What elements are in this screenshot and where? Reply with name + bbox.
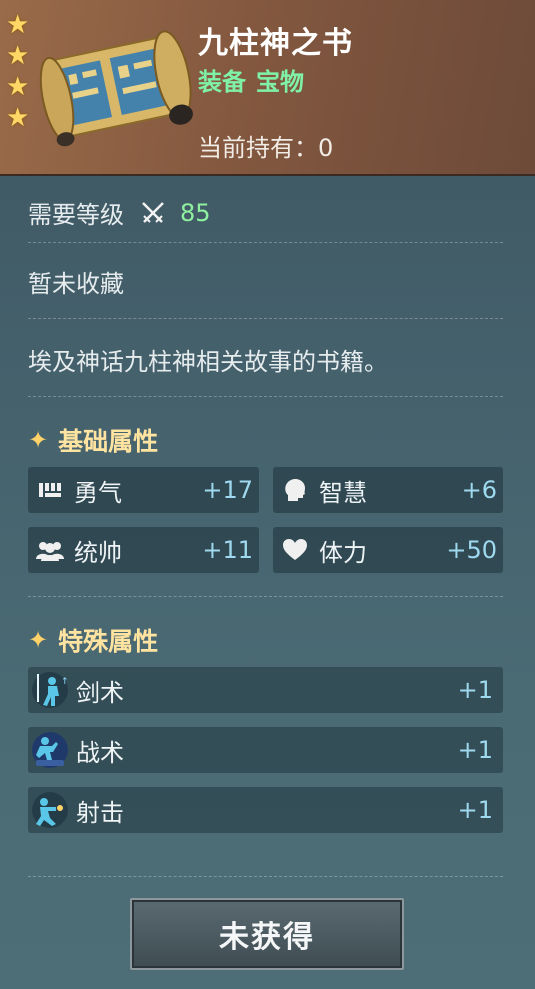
special-value: +1: [457, 796, 493, 824]
special-swordsmanship: ↑ 剑术 +1: [28, 667, 503, 713]
divider: [28, 242, 503, 243]
stat-courage: 勇气 +17: [28, 467, 259, 513]
shooting-icon: [32, 792, 68, 828]
stat-label: 统帅: [74, 538, 122, 567]
stat-label: 勇气: [74, 478, 122, 507]
tactics-icon: [32, 732, 68, 768]
svg-text:↑: ↑: [61, 677, 69, 687]
special-label: 射击: [76, 798, 124, 827]
divider: [28, 596, 503, 597]
item-type-tag: 装备: [198, 68, 246, 96]
item-type-tags: 装备 宝物: [198, 62, 314, 97]
stat-wisdom: 智慧 +6: [273, 467, 503, 513]
owned-value: 0: [318, 134, 334, 162]
owned-count: 当前持有：0: [198, 128, 333, 163]
stat-label: 智慧: [319, 478, 367, 507]
basic-attributes-title: ✦ 基础属性: [28, 422, 158, 458]
not-obtained-button[interactable]: 未获得: [130, 898, 404, 970]
stat-label: 体力: [319, 538, 367, 567]
stat-command: 统帅 +11: [28, 527, 259, 573]
special-shooting: 射击 +1: [28, 787, 503, 833]
rarity-stars: ★ ★ ★ ★: [6, 10, 34, 134]
special-value: +1: [457, 676, 493, 704]
swordsmanship-icon: ↑: [32, 672, 69, 708]
section-title-text: 特殊属性: [58, 627, 159, 656]
courage-icon: [36, 476, 64, 504]
special-label: 剑术: [76, 678, 124, 707]
star-icon: ★: [6, 103, 30, 133]
stat-value: +6: [461, 476, 497, 504]
stat-value: +17: [202, 476, 253, 504]
item-name: 九柱神之书: [198, 26, 353, 61]
level-value: 85: [180, 198, 211, 227]
stat-value: +11: [202, 536, 253, 564]
sparkle-icon: ✦: [28, 626, 49, 654]
section-title-text: 基础属性: [58, 427, 159, 456]
stat-value: +50: [446, 536, 497, 564]
item-header: ★ ★ ★ ★ 九柱神之书 装备 宝物 当前持有：0: [0, 0, 535, 176]
collection-status: 暂未收藏: [28, 270, 124, 298]
level-label: 需要等级: [28, 201, 124, 229]
special-attributes-title: ✦ 特殊属性: [28, 622, 158, 658]
item-description: 埃及神话九柱神相关故事的书籍。: [28, 348, 388, 376]
divider: [28, 318, 503, 319]
divider: [28, 876, 503, 877]
divider: [28, 396, 503, 397]
star-icon: ★: [6, 72, 30, 102]
level-requirement: 需要等级 85: [28, 195, 211, 230]
wisdom-icon: [281, 476, 309, 504]
special-value: +1: [457, 736, 493, 764]
star-icon: ★: [6, 10, 30, 40]
stat-stamina: 体力 +50: [273, 527, 503, 573]
special-label: 战术: [76, 738, 124, 767]
sparkle-icon: ✦: [28, 426, 49, 454]
heart-icon: [281, 536, 309, 564]
star-icon: ★: [6, 41, 30, 71]
owned-label: 当前持有：: [198, 134, 318, 162]
item-type-tag: 宝物: [256, 68, 304, 96]
command-icon: [36, 536, 64, 564]
crossed-swords-icon: [142, 201, 164, 223]
special-tactics: 战术 +1: [28, 727, 503, 773]
scroll-book-image: [39, 30, 193, 147]
